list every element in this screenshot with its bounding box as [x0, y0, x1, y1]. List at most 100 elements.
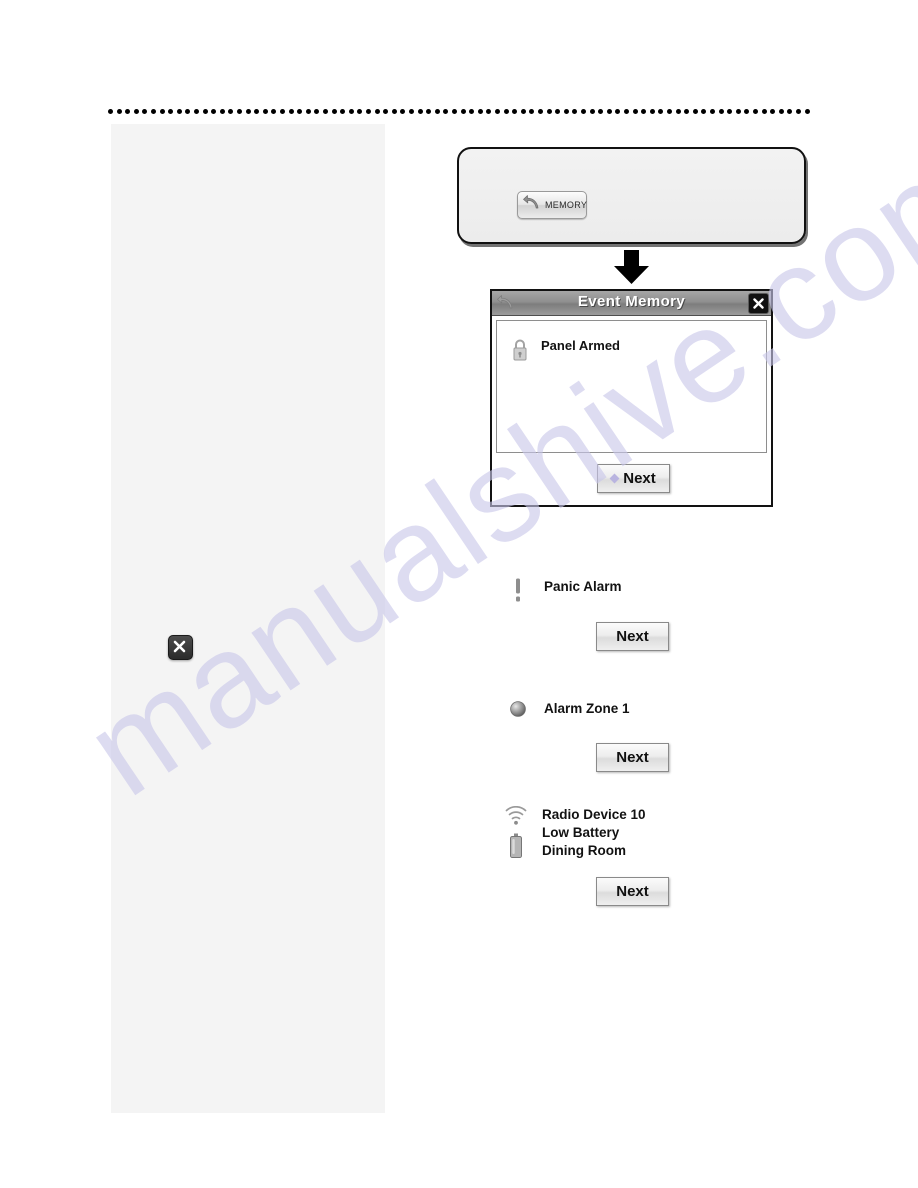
divider-dot	[512, 109, 518, 114]
divider-dot	[486, 109, 492, 114]
event-label: Radio Device 10	[542, 807, 646, 822]
divider-dot	[400, 109, 406, 114]
divider-dot	[151, 109, 156, 114]
divider-dot	[297, 109, 303, 114]
divider-dot	[658, 109, 664, 114]
divider-dot	[546, 109, 552, 114]
divider-dot	[770, 109, 776, 114]
divider-dot	[675, 109, 681, 114]
divider-dot	[632, 109, 638, 114]
next-button[interactable]: Next	[596, 743, 669, 772]
divider-dot	[727, 109, 733, 114]
divider-dot	[615, 109, 621, 114]
divider-dot	[323, 109, 328, 114]
divider-dot	[495, 109, 500, 114]
divider-dot	[787, 109, 793, 114]
divider-dot	[606, 109, 612, 114]
divider-dot	[409, 109, 414, 114]
memory-button-callout: MEMORY	[457, 147, 806, 244]
radio-signal-icon	[504, 806, 528, 831]
diamond-accent-icon	[609, 473, 620, 484]
divider-dot	[555, 109, 561, 114]
memory-button-label: MEMORY	[545, 200, 588, 210]
next-button[interactable]: Next	[596, 877, 669, 906]
divider-dot	[271, 109, 277, 114]
divider-dot	[572, 109, 578, 114]
divider-dot	[168, 109, 174, 114]
divider-dot	[710, 109, 715, 114]
divider-dot	[649, 109, 655, 114]
divider-dot	[280, 109, 285, 114]
event-labels: Alarm Zone 1	[544, 700, 630, 718]
divider-dot	[538, 109, 543, 114]
divider-dot	[520, 109, 526, 114]
event-labels: Radio Device 10 Low Battery Dining Room	[542, 806, 646, 860]
next-button-label: Next	[616, 883, 649, 900]
divider-dot	[589, 109, 595, 114]
divider-dot	[219, 109, 225, 114]
event-label: Low Battery	[542, 825, 620, 840]
divider-dot	[503, 109, 509, 114]
divider-dot	[185, 109, 191, 114]
event-step-panic-alarm: Panic Alarm	[506, 578, 622, 609]
event-label: Panel Armed	[541, 338, 620, 353]
divider-dot	[262, 109, 268, 114]
battery-icon	[509, 833, 523, 864]
divider-dot	[796, 109, 801, 114]
divider-dot	[202, 109, 208, 114]
divider-dot	[443, 109, 449, 114]
divider-dot	[667, 109, 672, 114]
divider-dot	[176, 109, 182, 114]
down-arrow-icon	[613, 250, 650, 290]
divider-dot	[744, 109, 750, 114]
divider-dot	[374, 109, 380, 114]
divider-dot	[529, 109, 535, 114]
event-label: Alarm Zone 1	[544, 701, 630, 716]
divider-dot	[125, 109, 131, 114]
divider-dot	[641, 109, 647, 114]
divider-dot	[701, 109, 707, 114]
divider-dot	[288, 109, 294, 114]
next-button-label: Next	[616, 749, 649, 766]
divider-dot	[108, 109, 113, 114]
dialog-title: Event Memory	[577, 293, 686, 310]
divider-dot	[228, 109, 234, 114]
divider-dot	[254, 109, 260, 114]
divider-dot	[460, 109, 466, 114]
divider-dot	[598, 109, 604, 114]
divider-dot	[735, 109, 741, 114]
dotted-divider	[108, 109, 810, 115]
divider-dot	[452, 109, 457, 114]
memory-button[interactable]: MEMORY	[517, 191, 587, 219]
divider-dot	[624, 109, 629, 114]
divider-dot	[237, 109, 242, 114]
divider-dot	[357, 109, 363, 114]
divider-dot	[477, 109, 483, 114]
divider-dot	[753, 109, 758, 114]
padlock-icon	[511, 338, 529, 367]
close-x-icon	[168, 635, 193, 660]
divider-dot	[391, 109, 397, 114]
event-step-alarm-zone: Alarm Zone 1	[506, 700, 630, 723]
dialog-titlebar: Event Memory	[492, 291, 771, 316]
next-button[interactable]: Next	[596, 622, 669, 651]
event-step-radio-device: Radio Device 10 Low Battery Dining Room	[504, 806, 646, 864]
event-labels: Panic Alarm	[544, 578, 622, 596]
event-memory-dialog: Event Memory Panel Armed Next	[490, 289, 773, 507]
divider-dot	[434, 109, 440, 114]
next-button-label: Next	[616, 628, 649, 645]
divider-dot	[778, 109, 784, 114]
divider-dot	[469, 109, 475, 114]
close-x-icon[interactable]	[748, 293, 769, 314]
divider-dot	[417, 109, 423, 114]
divider-dot	[245, 109, 251, 114]
divider-dot	[761, 109, 767, 114]
left-content-panel	[111, 124, 385, 1113]
next-button[interactable]: Next	[597, 464, 670, 493]
divider-dot	[116, 109, 122, 114]
divider-dot	[194, 109, 199, 114]
divider-dot	[159, 109, 165, 114]
divider-dot	[718, 109, 724, 114]
back-arrow-icon	[522, 194, 542, 217]
event-icons	[506, 578, 530, 609]
